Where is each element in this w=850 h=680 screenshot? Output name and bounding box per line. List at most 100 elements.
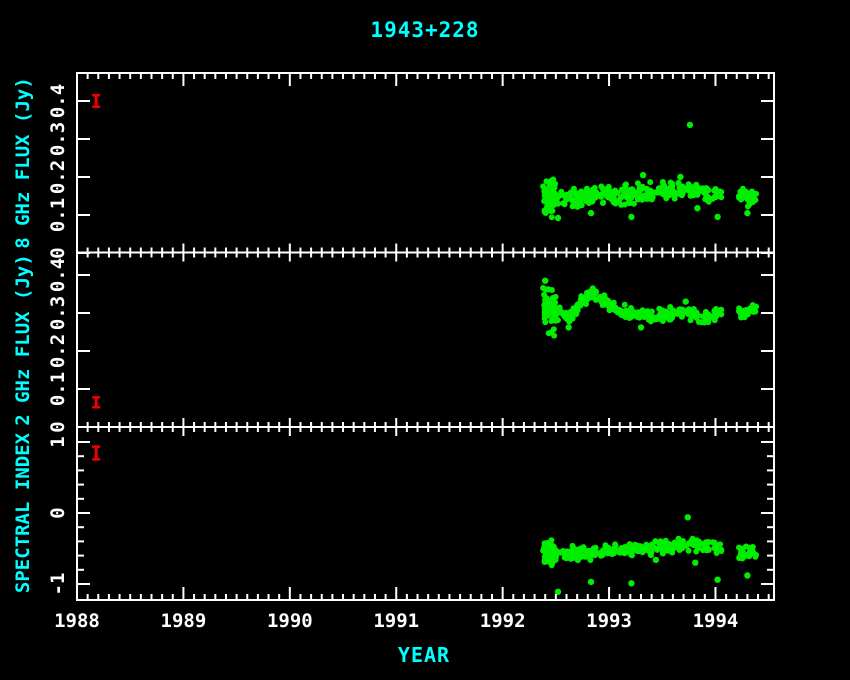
y-tick-label: 0.4 xyxy=(47,258,69,292)
data-point xyxy=(593,289,599,295)
data-point xyxy=(718,548,724,554)
panel-frames xyxy=(77,73,774,600)
outlier-point xyxy=(545,286,551,292)
data-point xyxy=(587,551,593,557)
data-point xyxy=(627,200,633,206)
outlier-point xyxy=(588,579,594,585)
data-point xyxy=(672,540,678,546)
panel-frame-2 xyxy=(77,427,774,600)
data-point xyxy=(679,314,685,320)
data-point xyxy=(633,193,639,199)
x-tick-label: 1994 xyxy=(693,610,739,632)
data-point xyxy=(633,545,639,551)
data-point xyxy=(574,306,580,312)
data-point xyxy=(750,302,756,308)
y-tick-label: 0 xyxy=(47,247,69,258)
data-point xyxy=(545,310,551,316)
x-tick-label: 1992 xyxy=(480,610,526,632)
panel-frame-0 xyxy=(77,73,774,253)
data-point xyxy=(621,313,627,319)
data-point xyxy=(542,540,548,546)
data-point xyxy=(660,549,666,555)
data-point xyxy=(618,308,624,314)
data-point xyxy=(593,192,599,198)
outlier-point xyxy=(555,215,561,221)
data-point xyxy=(676,180,682,186)
data-point xyxy=(550,560,556,566)
data-point xyxy=(567,190,573,196)
data-point xyxy=(550,186,556,192)
x-axis-label: YEAR xyxy=(398,643,450,667)
data-point xyxy=(628,314,634,320)
chart-canvas: 1943+228 8 GHz FLUX (Jy) 2 GHz FLUX (Jy)… xyxy=(0,0,850,680)
data-point xyxy=(555,201,561,207)
data-point xyxy=(567,551,573,557)
data-point xyxy=(605,298,611,304)
data-point xyxy=(672,310,678,316)
panel-data-bottom xyxy=(540,514,759,595)
data-point xyxy=(633,313,639,319)
data-point xyxy=(587,289,593,295)
outlier-point xyxy=(744,572,750,578)
data-point xyxy=(628,545,634,551)
y-tick-label: 0.4 xyxy=(47,84,69,118)
y-axis-label-8ghz-flux: 8 GHz FLUX (Jy) xyxy=(12,77,34,249)
data-point xyxy=(703,316,709,322)
data-point xyxy=(570,543,576,549)
data-point xyxy=(690,536,696,542)
data-point xyxy=(574,204,580,210)
outlier-point xyxy=(677,174,683,180)
reference-errorbar-bottom xyxy=(92,447,100,460)
x-tick-label: 1988 xyxy=(54,610,100,632)
outlier-point xyxy=(588,210,594,216)
data-point xyxy=(703,192,709,198)
plot-title: 1943+228 xyxy=(370,18,479,42)
data-point xyxy=(660,318,666,324)
data-point xyxy=(605,550,611,556)
data-point xyxy=(661,313,667,319)
data-point xyxy=(542,207,548,213)
y-tick-label: 0 xyxy=(47,507,69,518)
y-tick-label: 0.1 xyxy=(47,198,69,232)
data-point xyxy=(704,185,710,191)
data-point xyxy=(652,538,658,544)
data-point xyxy=(667,187,673,193)
x-tick-label: 1991 xyxy=(373,610,419,632)
data-point xyxy=(612,188,618,194)
data-point xyxy=(661,183,667,189)
reference-errorbar-top xyxy=(92,95,100,106)
y-tick-label: 0.2 xyxy=(47,160,69,194)
data-point xyxy=(751,309,757,315)
y-tick-label: 0.3 xyxy=(47,122,69,156)
y-tick-label: 0.1 xyxy=(47,372,69,406)
data-point xyxy=(640,307,646,313)
data-point xyxy=(750,550,756,556)
data-point xyxy=(587,557,593,563)
data-point xyxy=(672,189,678,195)
outlier-point xyxy=(542,278,548,284)
data-point xyxy=(545,546,551,552)
data-point xyxy=(602,542,608,548)
data-point xyxy=(739,556,745,562)
outlier-point xyxy=(628,580,634,586)
outlier-point xyxy=(640,172,646,178)
data-point xyxy=(705,198,711,204)
data-point xyxy=(679,192,685,198)
panel-frame-1 xyxy=(77,253,774,428)
data-point xyxy=(739,190,745,196)
outlier-point xyxy=(653,557,659,563)
data-point xyxy=(667,544,673,550)
data-point xyxy=(622,192,628,198)
data-point xyxy=(622,550,628,556)
outlier-point xyxy=(683,298,689,304)
data-point xyxy=(612,541,618,547)
data-point xyxy=(587,195,593,201)
data-point xyxy=(567,313,573,319)
data-point xyxy=(551,333,557,339)
data-point xyxy=(679,543,685,549)
y-axis-label-spectral-index: SPECTRAL INDEX xyxy=(12,432,34,593)
outlier-point xyxy=(714,214,720,220)
data-point xyxy=(575,193,581,199)
panel-data-middle xyxy=(540,278,759,339)
y-tick-label: 0 xyxy=(47,421,69,432)
